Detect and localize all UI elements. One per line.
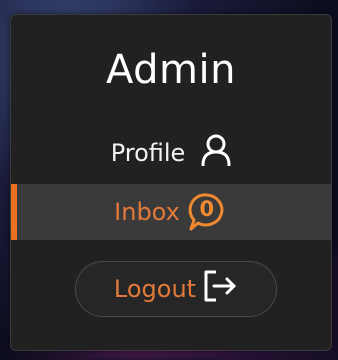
logout-button[interactable]: Logout [75, 261, 277, 317]
inbox-count-badge: 0 [199, 197, 215, 221]
menu-item-label: Profile [110, 139, 186, 167]
chat-bubble-icon: 0 [186, 191, 228, 233]
menu-item-label: Logout [113, 275, 197, 303]
logout-icon [202, 268, 238, 310]
menu-item-profile[interactable]: Profile [11, 125, 331, 181]
user-icon [201, 134, 231, 172]
menu-item-inbox[interactable]: Inbox 0 [11, 184, 331, 240]
user-menu-card: Admin Profile Inbox 0 Logout [10, 14, 332, 351]
menu-title: Admin [106, 47, 236, 93]
menu-item-label: Inbox [114, 198, 180, 226]
active-indicator [11, 184, 17, 240]
